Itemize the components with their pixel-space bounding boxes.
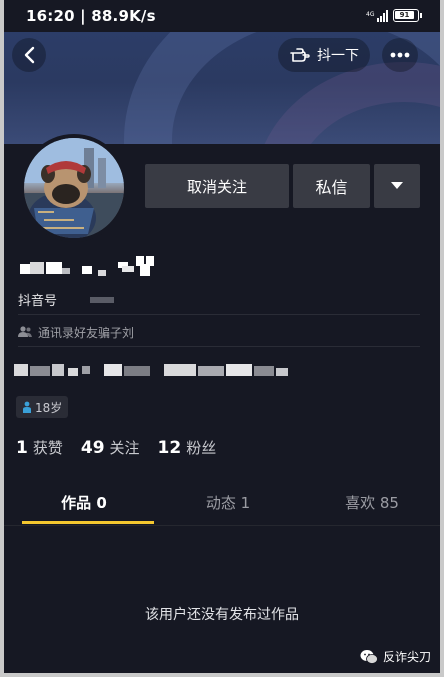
watermark: 反诈尖刀 — [360, 648, 431, 665]
tab-label: 作品 0 — [61, 493, 107, 512]
profile-screen: 16:20 | 88.9K/s 4G 91 抖一下 取消关注 私信 抖音号 通讯… — [0, 0, 444, 677]
frame-edge — [0, 0, 4, 677]
frame-edge — [440, 0, 444, 677]
age-text: 18岁 — [35, 400, 63, 415]
message-button[interactable]: 私信 — [293, 164, 370, 208]
stat-number: 1 — [16, 438, 28, 458]
wechat-icon — [360, 649, 378, 664]
more-button[interactable] — [382, 38, 418, 72]
battery-tip — [420, 13, 422, 18]
message-label: 私信 — [315, 178, 348, 197]
divider — [18, 346, 420, 347]
douyin-id-redacted — [90, 297, 114, 303]
chevron-left-icon — [24, 46, 35, 64]
dropdown-button[interactable] — [374, 164, 420, 208]
back-button[interactable] — [12, 38, 46, 72]
stat-label: 粉丝 — [186, 439, 217, 457]
stat-followers[interactable]: 12 粉丝 — [158, 437, 217, 458]
tab-likes[interactable]: 喜欢 85 — [306, 480, 438, 524]
battery-level: 91 — [395, 11, 414, 19]
avatar[interactable] — [20, 134, 128, 242]
stat-number: 49 — [80, 438, 105, 458]
network-type: 4G — [366, 11, 375, 18]
pug-photo — [24, 138, 124, 238]
shake-button[interactable]: 抖一下 — [278, 38, 370, 72]
contacts-icon — [18, 326, 32, 337]
more-dots-icon — [390, 52, 410, 58]
stat-label: 获赞 — [32, 439, 63, 457]
stat-likes: 1 获赞 — [16, 437, 63, 458]
caret-down-icon — [391, 182, 403, 189]
tab-works[interactable]: 作品 0 — [18, 480, 150, 524]
unfollow-button[interactable]: 取消关注 — [145, 164, 289, 208]
signal-icon: 4G — [366, 10, 388, 22]
tab-divider — [4, 525, 440, 526]
tab-indicator — [22, 521, 154, 524]
unfollow-label: 取消关注 — [186, 177, 247, 196]
nickname-redacted — [20, 256, 154, 276]
divider — [18, 314, 420, 315]
douyin-id-label: 抖音号 — [18, 294, 58, 309]
shake-label: 抖一下 — [317, 48, 359, 64]
tab-label: 动态 1 — [205, 493, 251, 512]
frame-edge — [0, 673, 444, 677]
status-bar: 16:20 | 88.9K/s 4G 91 — [4, 0, 440, 32]
cover-banner — [4, 32, 440, 144]
contacts-hint: 通讯录好友骗子刘 — [18, 322, 134, 342]
tab-moments[interactable]: 动态 1 — [162, 480, 294, 524]
battery-icon: 91 — [393, 9, 419, 22]
avatar-image — [24, 138, 124, 238]
stat-following[interactable]: 49 关注 — [81, 437, 140, 458]
pointing-hand-icon — [290, 48, 310, 62]
age-badge: 18岁 — [16, 396, 69, 418]
empty-state-text: 该用户还没有发布过作品 — [145, 607, 299, 623]
stat-number: 12 — [157, 438, 182, 458]
contacts-text: 通讯录好友骗子刘 — [38, 325, 135, 340]
stat-label: 关注 — [109, 439, 140, 457]
content-tabs: 作品 0 动态 1 喜欢 85 — [4, 480, 440, 526]
status-time: 16:20 | 88.9K/s — [26, 7, 156, 25]
tab-label: 喜欢 85 — [345, 493, 399, 512]
watermark-text: 反诈尖刀 — [383, 650, 432, 664]
bio-redacted — [14, 364, 288, 376]
stats-row: 1 获赞 49 关注 12 粉丝 — [16, 437, 216, 458]
male-icon — [23, 401, 31, 413]
